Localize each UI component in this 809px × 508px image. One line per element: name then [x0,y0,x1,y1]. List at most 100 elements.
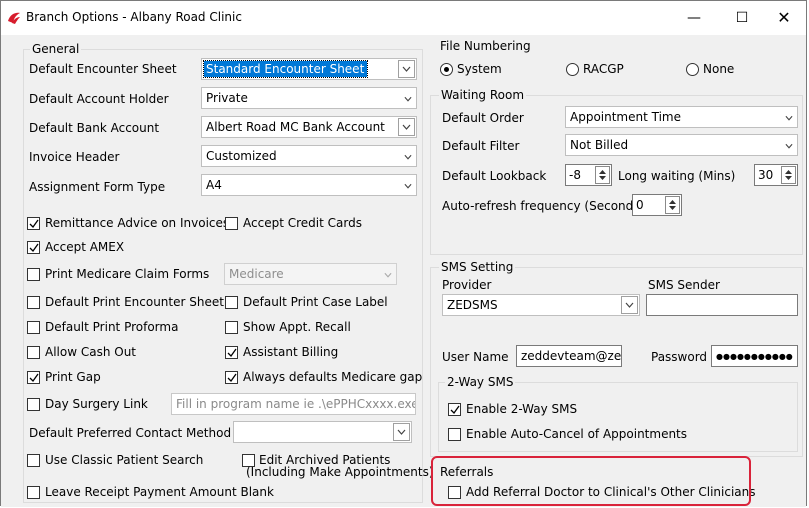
username-input[interactable]: zeddevteam@zed [516,345,622,367]
default-account-holder-label: Default Account Holder [29,92,169,106]
auto-refresh-spinner[interactable]: 0 [632,194,682,216]
waiting-room-label: Waiting Room [439,88,527,102]
sms-sender-input[interactable] [646,294,798,316]
checkbox-box[interactable] [27,454,40,467]
sms-setting-label: SMS Setting [439,260,516,274]
checkbox-box[interactable] [225,371,238,384]
chevron-down-icon[interactable] [398,118,415,136]
file-numbering-label: File Numbering [438,39,533,53]
file-numbering-racgp-label: RACGP [583,62,624,76]
spinner-arrows-icon[interactable] [595,166,610,184]
sms-sender-label: SMS Sender [648,278,720,292]
default-lookback-value: -8 [569,168,581,182]
medicare-select[interactable]: Medicare [224,263,397,285]
default-encounter-sheet-label: Default Encounter Sheet [29,62,177,76]
assistant-billing-label: Assistant Billing [243,345,339,359]
allow-cash-out-label: Allow Cash Out [45,345,137,359]
close-button[interactable]: ✕ [761,1,807,35]
checkbox-box[interactable] [27,241,40,254]
day-surgery-link-label: Day Surgery Link [45,397,148,411]
default-order-value: Appointment Time [570,110,681,124]
default-account-holder-select[interactable]: Private [201,87,417,109]
spinner-arrows-icon[interactable] [665,196,680,214]
auto-refresh-label: Auto-refresh frequency (Seconds) [442,199,645,213]
checkbox-box[interactable] [225,296,238,309]
maximize-button[interactable]: ☐ [719,1,765,35]
default-order-label: Default Order [442,111,524,125]
use-classic-patient-search-label: Use Classic Patient Search [45,453,204,467]
chevron-down-icon [404,154,412,160]
general-group-label: General [30,42,82,56]
chevron-down-icon [384,272,392,278]
default-order-select[interactable]: Appointment Time [565,106,798,128]
window-title: Branch Options - Albany Road Clinic [26,10,242,24]
checkbox-box[interactable] [225,346,238,359]
default-encounter-sheet-value: Standard Encounter Sheet [202,60,369,78]
radio-circle[interactable] [440,63,453,76]
default-print-encounter-sheet-label: Default Print Encounter Sheet [45,295,224,309]
enable-two-way-sms-label: Enable 2-Way SMS [466,402,578,416]
assignment-form-type-value: A4 [206,178,222,192]
checkbox-box[interactable] [27,346,40,359]
auto-refresh-value: 0 [636,198,644,212]
checkbox-box[interactable] [27,321,40,334]
minimize-button[interactable]: — [671,1,717,35]
checkbox-box[interactable] [225,217,238,230]
default-print-proforma-label: Default Print Proforma [45,320,179,334]
default-bank-account-label: Default Bank Account [29,121,160,135]
chevron-down-icon[interactable] [621,296,638,314]
provider-select[interactable]: ZEDSMS [442,294,640,316]
default-lookback-spinner[interactable]: -8 [565,164,612,186]
invoice-header-label: Invoice Header [29,150,120,164]
remittance-advice-label: Remittance Advice on Invoices [45,216,230,230]
checkbox-box[interactable] [27,398,40,411]
leave-receipt-payment-blank-label: Leave Receipt Payment Amount Blank [45,485,274,499]
app-logo-icon [8,12,20,24]
default-preferred-contact-label: Default Preferred Contact Method [29,426,232,440]
checkbox-box[interactable] [27,296,40,309]
print-medicare-claim-forms-label: Print Medicare Claim Forms [45,267,210,281]
default-filter-select[interactable]: Not Billed [565,134,798,156]
default-preferred-contact-select[interactable] [233,421,412,443]
long-waiting-spinner[interactable]: 30 [754,164,798,186]
print-gap-label: Print Gap [45,370,101,384]
checkbox-box[interactable] [27,486,40,499]
edit-archived-patients-sublabel: (Including Make Appointments) [246,465,434,479]
default-filter-label: Default Filter [442,139,520,153]
default-bank-account-select[interactable]: Albert Road MC Bank Account [201,116,417,138]
show-appt-recall-label: Show Appt. Recall [243,320,351,334]
provider-label: Provider [442,278,492,292]
default-filter-value: Not Billed [570,138,629,152]
assignment-form-type-select[interactable]: A4 [201,174,417,196]
day-surgery-program-input[interactable]: Fill in program name ie .\ePPHCxxxx.exe [171,393,416,415]
checkbox-box[interactable] [448,428,461,441]
checkbox-box[interactable] [27,268,40,281]
password-label: Password [651,350,708,364]
accept-credit-cards-label: Accept Credit Cards [243,216,362,230]
checkbox-box[interactable] [448,403,461,416]
username-value: zeddevteam@zed [521,349,622,363]
chevron-down-icon[interactable] [393,423,410,441]
title-bar: Branch Options - Albany Road Clinic — ☐ … [1,1,806,35]
chevron-down-icon [785,115,793,121]
two-way-sms-label: 2-Way SMS [445,375,516,389]
always-defaults-medicare-gap-label: Always defaults Medicare gap [243,370,423,384]
spinner-arrows-icon[interactable] [781,166,796,184]
checkbox-box[interactable] [27,217,40,230]
checkbox-box[interactable] [27,371,40,384]
radio-circle[interactable] [686,63,699,76]
checkbox-box[interactable] [225,321,238,334]
password-input[interactable]: ●●●●●●●●●●● [711,345,798,367]
radio-circle[interactable] [566,63,579,76]
accept-amex-label: Accept AMEX [45,240,125,254]
chevron-down-icon [404,96,412,102]
username-label: User Name [442,350,509,364]
enable-auto-cancel-label: Enable Auto-Cancel of Appointments [466,427,688,441]
chevron-down-icon [785,143,793,149]
default-encounter-sheet-select[interactable]: Standard Encounter Sheet [201,58,417,80]
two-way-sms-group: 2-Way SMS [438,375,798,452]
chevron-down-icon[interactable] [398,60,415,78]
provider-value: ZEDSMS [447,298,498,312]
invoice-header-select[interactable]: Customized [201,145,417,167]
chevron-down-icon [404,183,412,189]
